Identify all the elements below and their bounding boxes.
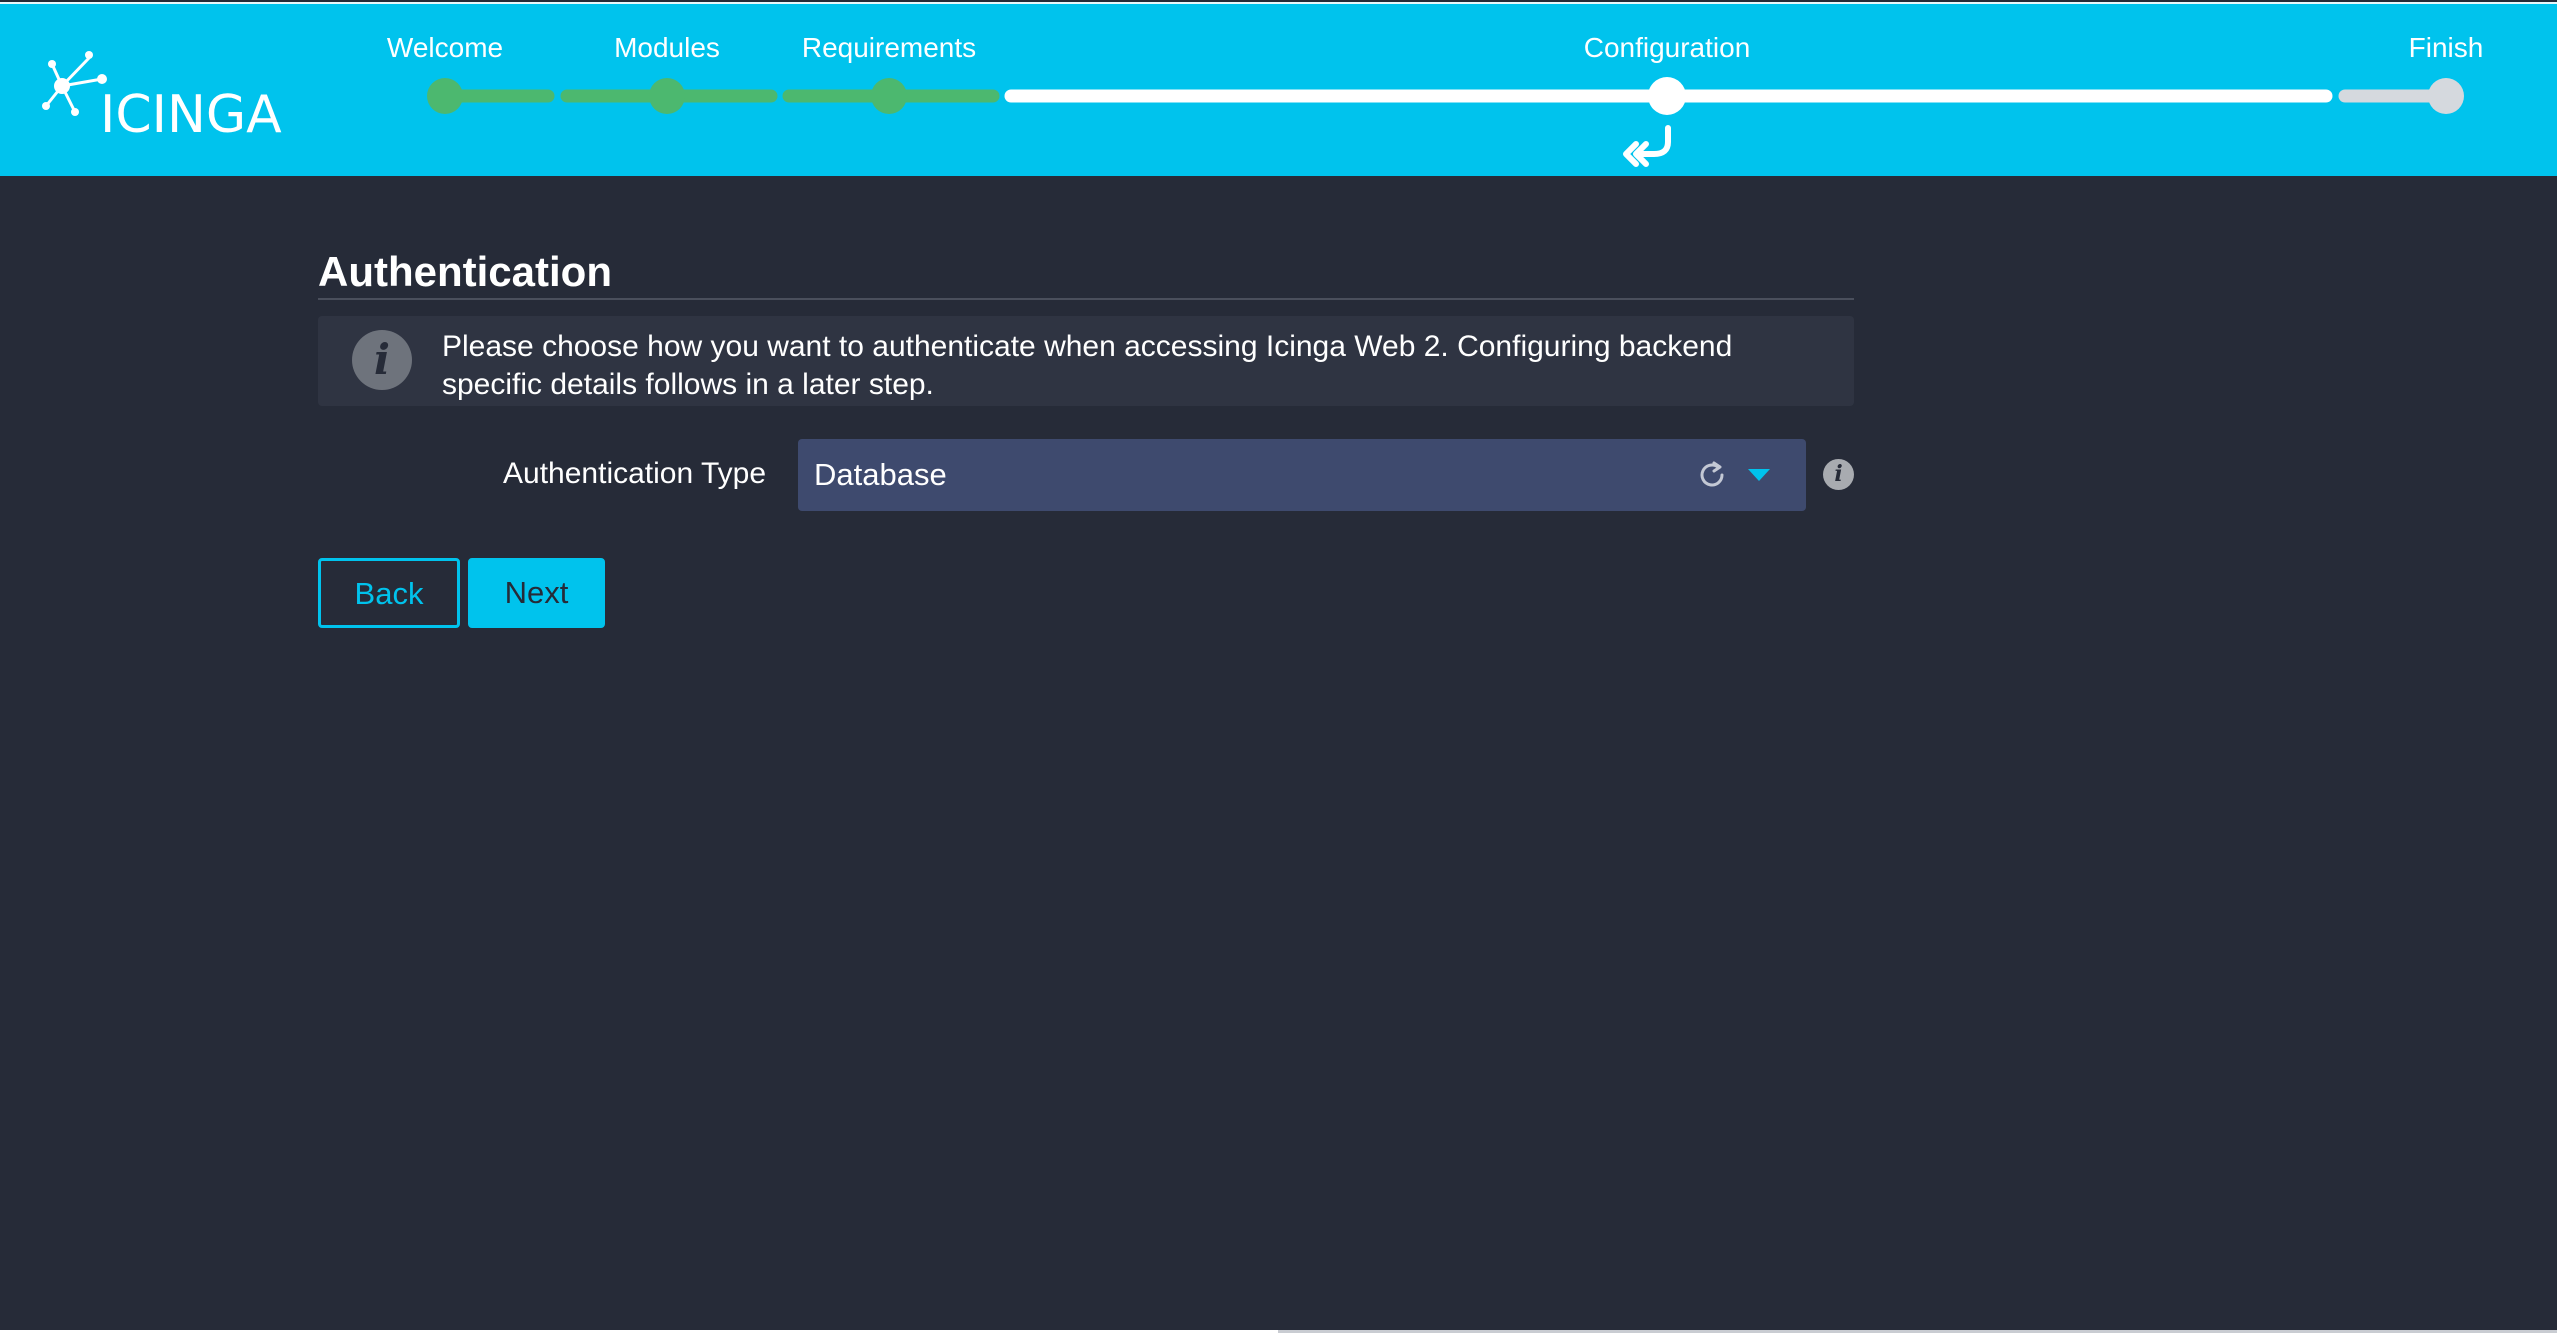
refresh-icon[interactable] xyxy=(1696,459,1728,491)
step-node-finish xyxy=(2428,78,2464,114)
wizard-header: ICINGA Welcome Modules Requirements Conf… xyxy=(0,2,2557,176)
info-message-text: Please choose how you want to authentica… xyxy=(442,330,1733,401)
section-title: Authentication xyxy=(318,248,612,295)
authentication-type-label: Authentication Type xyxy=(503,457,766,490)
step-node-welcome[interactable] xyxy=(427,78,463,114)
info-icon: i xyxy=(352,330,412,390)
title-divider xyxy=(318,298,1854,300)
step-label-requirements[interactable]: Requirements xyxy=(802,32,976,64)
info-message: i Please choose how you want to authenti… xyxy=(318,316,1854,406)
header-top-border xyxy=(0,2,2557,4)
step-node-modules[interactable] xyxy=(649,78,685,114)
authentication-type-row: Authentication Type Database i xyxy=(318,439,1854,511)
authentication-type-value: Database xyxy=(814,457,947,492)
setup-wizard-page: ICINGA Welcome Modules Requirements Conf… xyxy=(0,0,2557,1330)
back-button[interactable]: Back xyxy=(318,558,460,628)
wizard-progress: Welcome Modules Requirements Configurati… xyxy=(0,2,2557,176)
step-label-finish: Finish xyxy=(2408,32,2484,63)
double-return-arrow-icon xyxy=(1623,125,1671,167)
help-info-icon[interactable]: i xyxy=(1823,459,1854,490)
next-button[interactable]: Next xyxy=(468,558,605,628)
bottom-edge xyxy=(0,1330,2557,1337)
step-label-configuration[interactable]: Configuration xyxy=(1584,32,1751,64)
step-label-modules[interactable]: Modules xyxy=(614,32,720,64)
step-node-configuration[interactable] xyxy=(1648,77,1686,115)
step-label-welcome[interactable]: Welcome xyxy=(387,32,503,64)
authentication-type-select[interactable]: Database xyxy=(798,439,1806,511)
step-node-requirements[interactable] xyxy=(871,78,907,114)
chevron-down-icon[interactable] xyxy=(1748,469,1770,483)
